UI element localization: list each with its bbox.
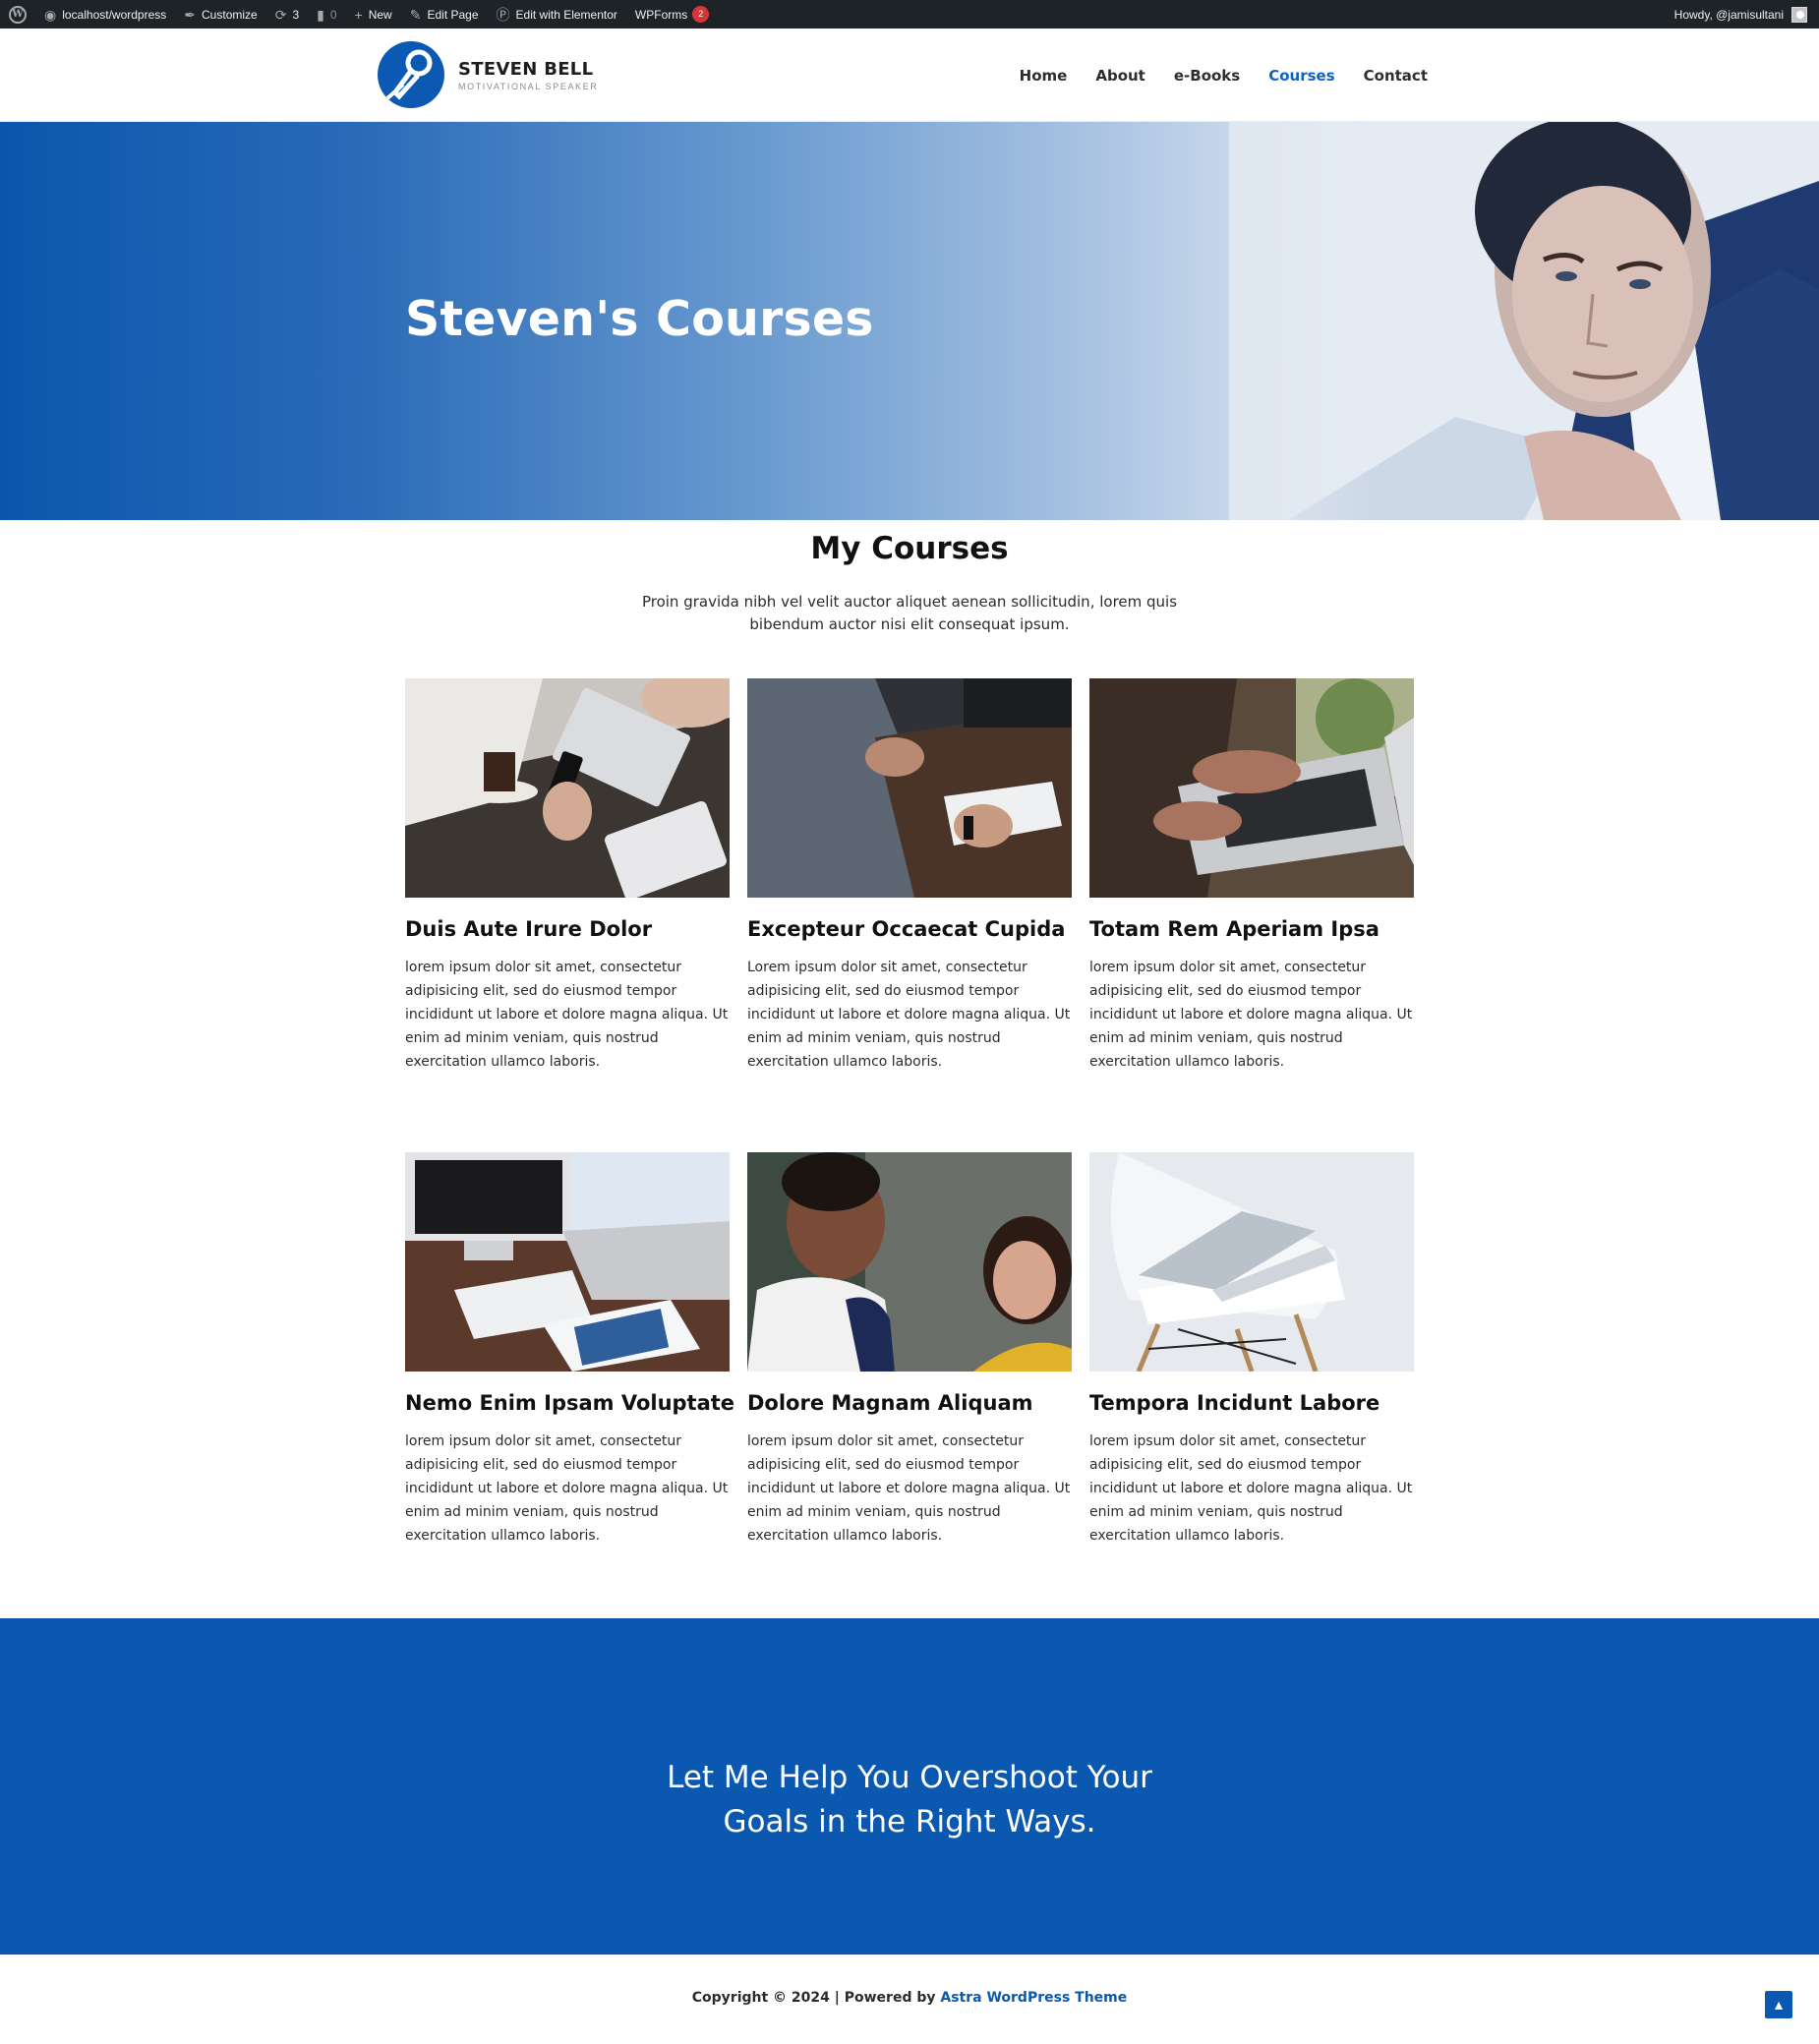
course-title[interactable]: Dolore Magnam Aliquam [747, 1391, 1072, 1415]
course-card: Dolore Magnam Aliquam lorem ipsum dolor … [747, 1152, 1072, 1548]
course-image-devices-desk [405, 1152, 730, 1372]
course-title[interactable]: Excepteur Occaecat Cupida [747, 917, 1072, 941]
dashboard-icon: ◉ [44, 6, 57, 23]
course-title[interactable]: Nemo Enim Ipsam Voluptate [405, 1391, 734, 1415]
comments-link[interactable]: ▮ 0 [308, 0, 345, 29]
course-title[interactable]: Duis Aute Irure Dolor [405, 917, 730, 941]
pencil-icon: ✎ [409, 6, 422, 23]
updates-count: 3 [292, 7, 300, 22]
customize-label: Customize [202, 7, 258, 22]
course-text: Lorem ipsum dolor sit amet, consectetur … [747, 960, 1071, 1070]
wp-admin-bar: W ◉ localhost/wordpress ✒ Customize ⟳ 3 … [0, 0, 1819, 29]
course-image-cafe-laptop [405, 678, 730, 898]
hero-banner: Steven's Courses [0, 122, 1819, 520]
edit-page-link[interactable]: ✎ Edit Page [401, 0, 488, 29]
copyright: Copyright © 2024 | Powered by Astra Word… [0, 1990, 1819, 2006]
cta-banner: Let Me Help You Overshoot Your Goals in … [0, 1618, 1819, 1955]
comments-count: 0 [329, 7, 337, 22]
site-logo[interactable]: STEVEN BELL MOTIVATIONAL SPEAKER [378, 41, 598, 108]
nav-home[interactable]: Home [1020, 67, 1068, 85]
cta-title-text: Let Me Help You Overshoot Your Goals in … [667, 1760, 1152, 1840]
edit-page-label: Edit Page [427, 7, 479, 22]
course-card: Tempora Incidunt Labore lorem ipsum dolo… [1089, 1152, 1414, 1548]
customize-link[interactable]: ✒ Customize [175, 0, 265, 29]
course-card: Nemo Enim Ipsam Voluptate lorem ipsum do… [405, 1152, 734, 1548]
elementor-link[interactable]: Ⓟ Edit with Elementor [488, 0, 626, 29]
wpforms-link[interactable]: WPForms 2 [626, 0, 718, 29]
elementor-icon: Ⓟ [496, 6, 510, 23]
theme-link[interactable]: Astra WordPress Theme [940, 1990, 1127, 2006]
hero-title: Steven's Courses [405, 291, 874, 347]
new-label: New [368, 7, 392, 22]
elementor-label: Edit with Elementor [515, 7, 617, 22]
site-name-label: localhost/wordpress [62, 7, 167, 22]
microphone-logo-icon [378, 41, 444, 108]
section-subtitle: Proin gravida nibh vel velit auctor aliq… [641, 593, 1178, 633]
course-image-smiling-students [747, 1152, 1072, 1372]
refresh-icon: ⟳ [274, 6, 287, 23]
nav-contact[interactable]: Contact [1364, 67, 1428, 85]
course-text: lorem ipsum dolor sit amet, consectetur … [1089, 960, 1413, 1070]
wp-logo-menu[interactable]: W [0, 0, 35, 29]
my-account-menu[interactable]: Howdy, @jamisultani [1674, 0, 1807, 29]
copyright-text: Copyright © 2024 | Powered by [691, 1990, 941, 2006]
plus-icon: + [354, 6, 363, 23]
course-title[interactable]: Tempora Incidunt Labore [1089, 1391, 1414, 1415]
logo-tagline: MOTIVATIONAL SPEAKER [458, 81, 599, 91]
site-name-link[interactable]: ◉ localhost/wordpress [35, 0, 175, 29]
scroll-to-top-button[interactable]: ▲ [1765, 1991, 1792, 2018]
nav-courses[interactable]: Courses [1268, 67, 1334, 85]
wordpress-icon: W [9, 5, 27, 24]
main-nav: Home About e-Books Courses Contact [991, 29, 1428, 122]
comment-icon: ▮ [317, 6, 324, 23]
avatar [1791, 6, 1807, 23]
course-card: Excepteur Occaecat Cupida Lorem ipsum do… [747, 678, 1072, 1074]
course-image-meeting-desk [747, 678, 1072, 898]
course-title[interactable]: Totam Rem Aperiam Ipsa [1089, 917, 1414, 941]
site-footer: Copyright © 2024 | Powered by Astra Word… [0, 1955, 1819, 2044]
course-text: lorem ipsum dolor sit amet, consectetur … [405, 960, 729, 1070]
cta-title: Let Me Help You Overshoot Your Goals in … [0, 1756, 1819, 1844]
nav-ebooks[interactable]: e-Books [1174, 67, 1240, 85]
wpforms-label: WPForms [634, 7, 688, 22]
course-image-laptop-chair [1089, 1152, 1414, 1372]
nav-about[interactable]: About [1095, 67, 1145, 85]
course-card: Duis Aute Irure Dolor lorem ipsum dolor … [405, 678, 730, 1074]
section-title: My Courses [810, 531, 1009, 566]
course-card: Totam Rem Aperiam Ipsa lorem ipsum dolor… [1089, 678, 1414, 1074]
course-text: lorem ipsum dolor sit amet, consectetur … [405, 1433, 729, 1544]
course-image-typing-laptop [1089, 678, 1414, 898]
brush-icon: ✒ [184, 6, 197, 23]
updates-link[interactable]: ⟳ 3 [266, 0, 308, 29]
chevron-up-icon: ▲ [1772, 1997, 1786, 2013]
hero-portrait-image [1229, 122, 1819, 520]
wpforms-badge: 2 [692, 6, 710, 23]
course-text: lorem ipsum dolor sit amet, consectetur … [747, 1433, 1071, 1544]
new-content-link[interactable]: + New [346, 0, 401, 29]
howdy-label: Howdy, @jamisultani [1673, 7, 1784, 22]
site-header: STEVEN BELL MOTIVATIONAL SPEAKER Home Ab… [0, 29, 1819, 122]
logo-name: STEVEN BELL [458, 58, 594, 80]
course-text: lorem ipsum dolor sit amet, consectetur … [1089, 1433, 1413, 1544]
